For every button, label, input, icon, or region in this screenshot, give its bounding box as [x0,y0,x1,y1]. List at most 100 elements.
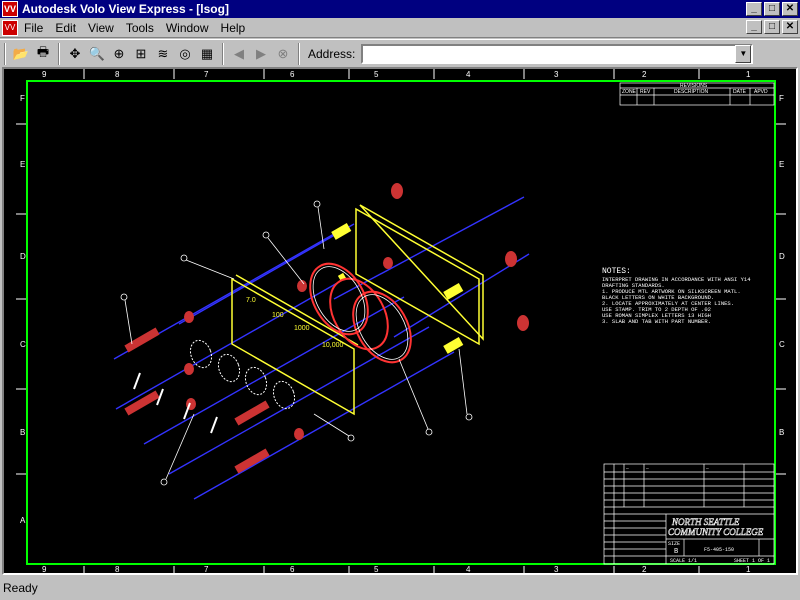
notes-block: NOTES: INTERPRET DRAWING IN ACCORDANCE W… [602,267,751,325]
svg-text:C: C [20,340,26,349]
separator [222,42,224,65]
svg-text:DESCRIPTION: DESCRIPTION [674,89,709,95]
zone-col: 9 [42,565,47,573]
toolbar-grip[interactable] [4,42,6,65]
svg-text:B: B [779,428,784,437]
zone-col: 7 [204,565,209,573]
svg-text:7.0: 7.0 [246,297,256,304]
separator [58,42,60,65]
zoom-realtime-icon[interactable]: 🔍 [86,43,108,65]
address-label: Address: [308,46,356,61]
dials [189,339,296,410]
forward-icon[interactable]: ▶ [250,43,272,65]
drawing-viewport[interactable]: 9 8 7 6 5 4 3 2 1 9 8 7 6 5 4 3 2 1 F E … [2,67,798,575]
address-input[interactable] [361,43,754,64]
grid-icon[interactable]: ▦ [196,43,218,65]
menu-bar: VV File Edit View Tools Window Help _ □ … [0,18,800,38]
svg-text:DATE: DATE [733,89,747,95]
document-icon[interactable]: VV [2,19,18,36]
stop-icon[interactable]: ⊗ [272,43,294,65]
zone-col: 4 [466,565,471,573]
knobs [309,262,412,364]
svg-text:NOTES:: NOTES: [602,267,631,276]
svg-text:A: A [20,516,26,525]
school-sub: COMMUNITY COLLEGE [668,527,764,537]
layers-icon[interactable]: ≋ [152,43,174,65]
menu-file[interactable]: File [24,21,43,35]
zone-col: 7 [204,70,209,79]
zone-col: 2 [642,70,647,79]
print-icon[interactable]: 🖶 [32,43,54,65]
zone-col: 2 [642,565,647,573]
pan-icon[interactable]: ✥ [64,43,86,65]
svg-text:100: 100 [272,312,284,319]
svg-text:D: D [20,252,26,261]
zoom-window-icon[interactable]: ⊕ [108,43,130,65]
top-zone-labels: 9 8 7 6 5 4 3 2 1 [42,70,751,79]
status-text: Ready [3,581,38,595]
svg-text:E: E [20,160,25,169]
svg-text:F: F [779,94,784,103]
doc-minimize-button[interactable]: _ [746,20,762,34]
maximize-button[interactable]: □ [764,2,780,16]
plates [231,204,484,416]
svg-text:REV: REV [640,89,651,95]
plate-labels: 7.0 100 1000 10,000 [246,297,344,349]
zone-col: 9 [42,70,47,79]
menu-tools[interactable]: Tools [126,21,154,35]
svg-text:SIZE: SIZE [668,541,680,547]
zone-col: 1 [746,565,751,573]
zone-col: 1 [746,70,751,79]
zone-col: 5 [374,70,379,79]
open-icon[interactable]: 📂 [10,43,32,65]
zone-col: 6 [290,565,295,573]
zone-col: 4 [466,70,471,79]
doc-restore-button[interactable]: □ [764,20,780,34]
app-icon[interactable]: VV [2,1,18,17]
svg-text:ZONE: ZONE [622,89,637,95]
zone-col: 8 [115,565,120,573]
back-icon[interactable]: ◀ [228,43,250,65]
menu-edit[interactable]: Edit [55,21,76,35]
svg-text:1000: 1000 [294,325,310,332]
close-button[interactable]: ✕ [782,2,798,16]
menu-window[interactable]: Window [166,21,209,35]
3d-orbit-icon[interactable]: ◎ [174,43,196,65]
svg-text:SCALE 1/1: SCALE 1/1 [670,558,697,564]
zoom-extents-icon[interactable]: ⊞ [130,43,152,65]
doc-close-button[interactable]: ✕ [782,20,798,34]
svg-text:APVD: APVD [754,89,768,95]
svg-text:B: B [20,428,25,437]
menu-view[interactable]: View [88,21,114,35]
title-block [603,463,775,565]
svg-text:—: — [645,467,649,472]
zone-col: 6 [290,70,295,79]
svg-text:E: E [779,160,784,169]
address-dropdown-icon[interactable]: ▼ [735,44,752,63]
svg-text:D: D [779,252,785,261]
zone-col: 5 [374,565,379,573]
zone-col: 3 [554,70,559,79]
window-title: Autodesk Volo View Express - [lsog] [22,2,229,16]
dwg-number: F5-405-150 [704,547,734,553]
toolbar: 📂 🖶 ✥ 🔍 ⊕ ⊞ ≋ ◎ ▦ ◀ ▶ ⊗ Address: ▼ [0,39,800,67]
school-name: NORTH SEATTLE [671,517,740,527]
bottom-zone-labels: 9 8 7 6 5 4 3 2 1 [42,565,751,573]
separator [298,42,300,65]
minimize-button[interactable]: _ [746,2,762,16]
svg-text:F: F [20,94,25,103]
cad-drawing: 9 8 7 6 5 4 3 2 1 9 8 7 6 5 4 3 2 1 F E … [16,69,786,573]
balloons [120,200,473,486]
menu-help[interactable]: Help [221,21,246,35]
svg-text:10,000: 10,000 [322,342,344,349]
svg-text:C: C [779,340,785,349]
title-bar: VV Autodesk Volo View Express - [lsog] _… [0,0,800,18]
svg-text:—: — [625,467,629,472]
svg-text:—: — [705,467,709,472]
zone-col: 3 [554,565,559,573]
svg-text:3. SLAB AND TAB WITH PART NUMB: 3. SLAB AND TAB WITH PART NUMBER. [602,318,711,325]
svg-text:B: B [674,548,678,556]
svg-text:SHEET 1 OF 1: SHEET 1 OF 1 [734,558,770,564]
zone-col: 8 [115,70,120,79]
status-bar: Ready [0,576,800,600]
